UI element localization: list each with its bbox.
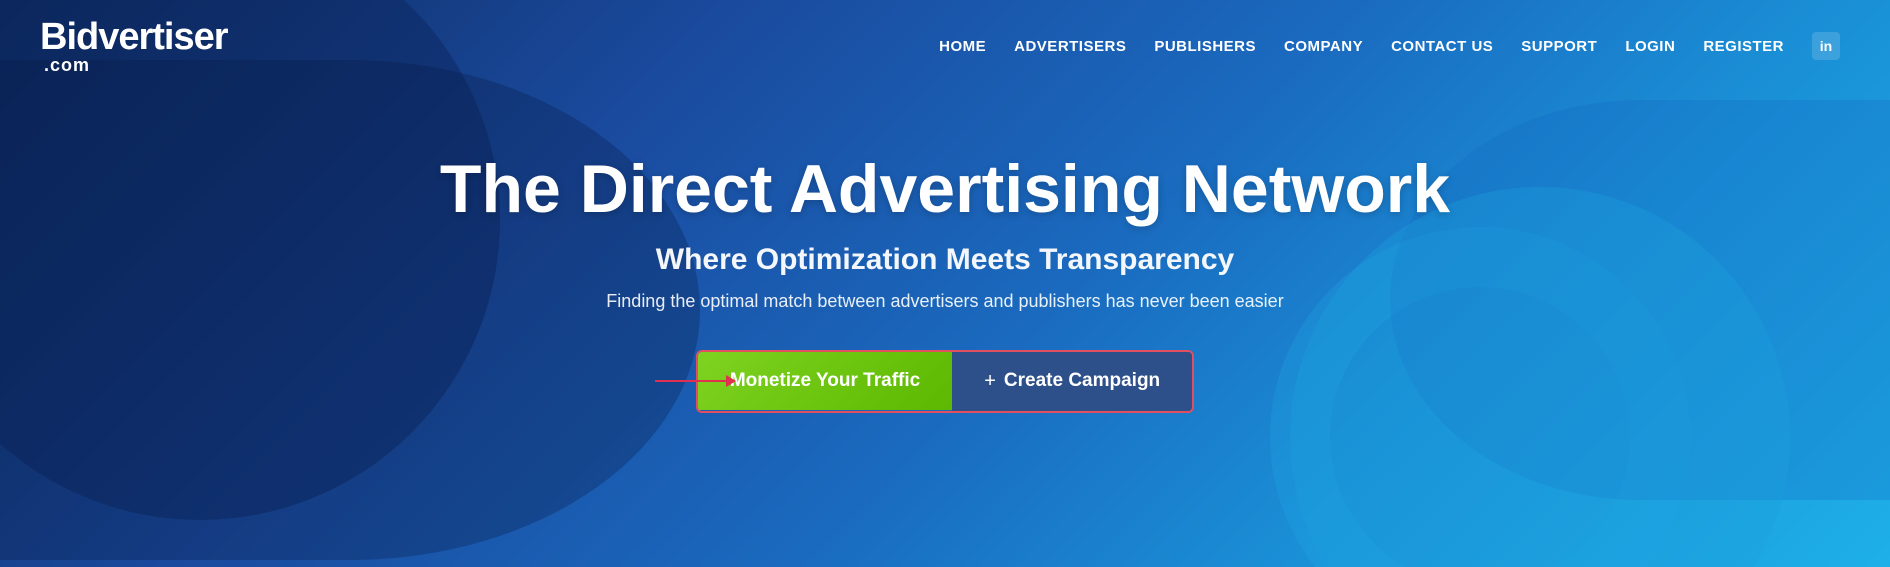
hero-description: Finding the optimal match between advert… [0, 291, 1890, 312]
logo[interactable]: Bidvertiser .com [40, 18, 228, 74]
nav-company[interactable]: COMPANY [1284, 38, 1363, 55]
campaign-plus-icon: + [984, 370, 996, 393]
hero-subtitle: Where Optimization Meets Transparency [0, 243, 1890, 277]
nav-register[interactable]: REGISTER [1703, 38, 1784, 55]
cta-box: Monetize Your Traffic + Create Campaign [696, 350, 1194, 413]
campaign-button[interactable]: + Create Campaign [952, 352, 1192, 411]
nav-contact[interactable]: CONTACT US [1391, 38, 1493, 55]
nav-support[interactable]: SUPPORT [1521, 38, 1597, 55]
arrow-line [655, 380, 735, 382]
nav-links: HOME ADVERTISERS PUBLISHERS COMPANY CONT… [939, 32, 1840, 60]
nav-home[interactable]: HOME [939, 38, 986, 55]
nav-advertisers[interactable]: ADVERTISERS [1014, 38, 1126, 55]
hero-section: Bidvertiser .com HOME ADVERTISERS PUBLIS… [0, 0, 1890, 567]
navbar: Bidvertiser .com HOME ADVERTISERS PUBLIS… [0, 0, 1890, 92]
arrow-annotation [655, 380, 735, 382]
logo-name: Bidvertiser [40, 18, 228, 56]
campaign-button-label: Create Campaign [1004, 370, 1160, 392]
linkedin-icon[interactable]: in [1812, 32, 1840, 60]
nav-login[interactable]: LOGIN [1625, 38, 1675, 55]
hero-content: The Direct Advertising Network Where Opt… [0, 92, 1890, 413]
hero-title: The Direct Advertising Network [0, 152, 1890, 227]
cta-container: Monetize Your Traffic + Create Campaign [0, 350, 1890, 413]
nav-publishers[interactable]: PUBLISHERS [1154, 38, 1256, 55]
logo-dot: .com [44, 56, 228, 74]
